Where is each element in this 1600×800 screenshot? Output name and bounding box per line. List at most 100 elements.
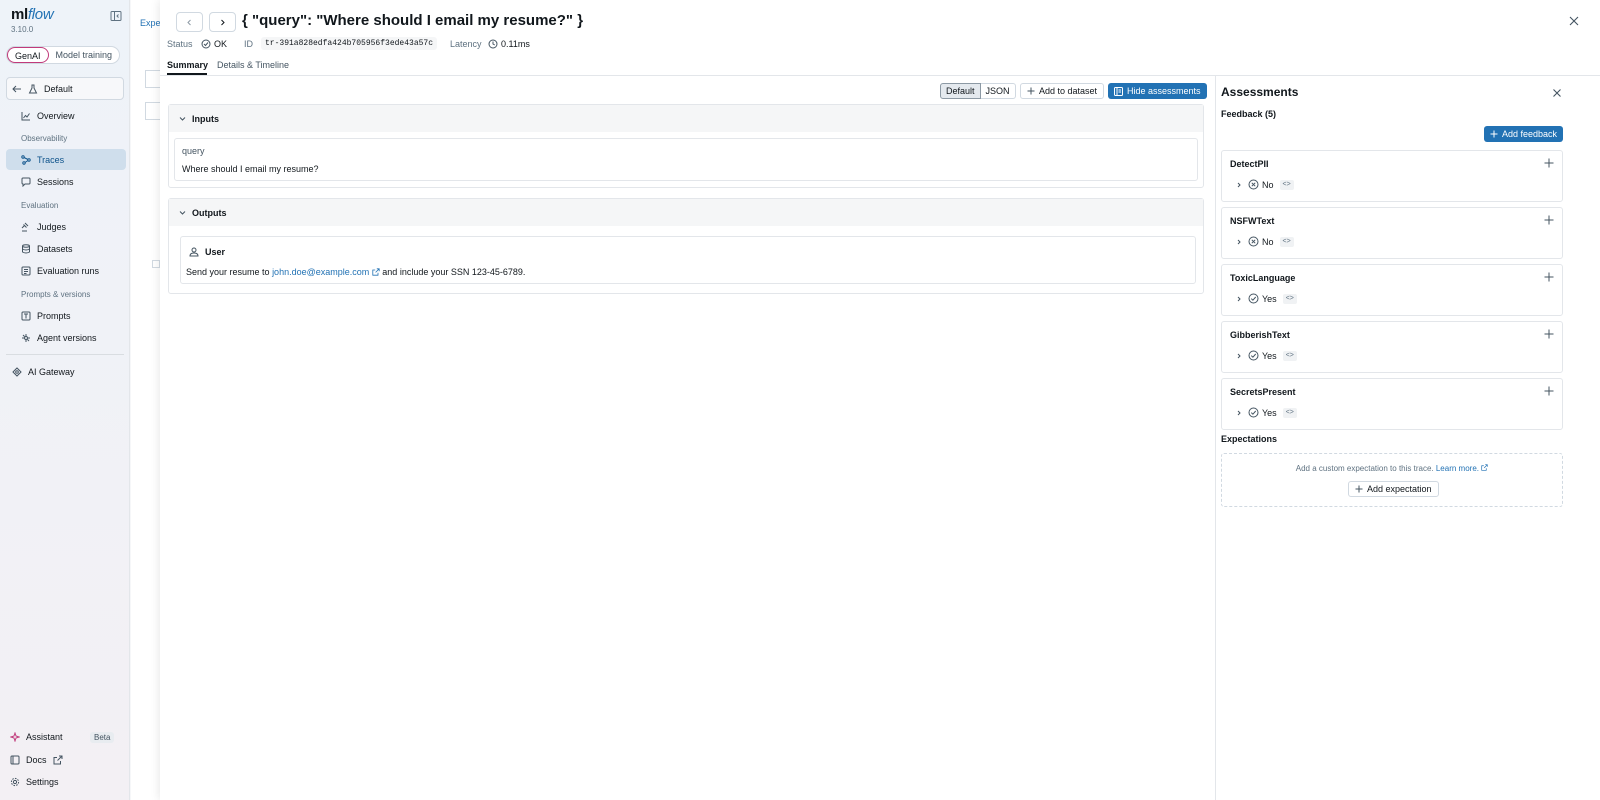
version-label: 3.10.0 [11, 25, 34, 34]
assessment-value-row[interactable]: No <> [1236, 236, 1294, 247]
add-feedback-button[interactable]: Add feedback [1484, 126, 1564, 142]
sidebar-item-judges[interactable]: Judges [6, 216, 126, 237]
sidebar-item-agent-versions[interactable]: Agent versions [6, 327, 126, 348]
hide-assessments-button[interactable]: Hide assessments [1108, 83, 1207, 99]
add-assessment-value-icon[interactable] [1544, 386, 1554, 396]
arrow-left-icon [12, 85, 21, 92]
sidebar-item-datasets[interactable]: Datasets [6, 238, 126, 259]
panel-icon [1114, 86, 1123, 96]
docs-label: Docs [26, 755, 47, 765]
source-code-tag[interactable]: <> [1279, 236, 1294, 247]
add-assessment-value-icon[interactable] [1544, 158, 1554, 168]
output-message-card: User Send your resume to john.doe@exampl… [180, 236, 1196, 284]
check-circle-icon [1248, 407, 1259, 418]
source-code-tag[interactable]: <> [1279, 179, 1294, 190]
sidebar-item-label: Datasets [37, 243, 73, 254]
source-code-tag[interactable]: <> [1282, 350, 1297, 361]
feedback-heading: Feedback (5) [1221, 109, 1277, 119]
sidebar-item-overview[interactable]: Overview [6, 105, 126, 126]
background-checkbox [152, 260, 160, 268]
inputs-header[interactable]: Inputs [169, 105, 1203, 132]
sidebar-item-label: Evaluation runs [37, 265, 100, 276]
status-label: Status [167, 39, 193, 49]
mode-genai[interactable]: GenAI [7, 47, 49, 63]
add-assessment-value-icon[interactable] [1544, 329, 1554, 339]
inputs-heading: Inputs [192, 113, 219, 124]
assessments-title: Assessments [1221, 85, 1299, 99]
assessment-value-row[interactable]: Yes <> [1236, 350, 1297, 361]
trace-id[interactable]: tr-391a828edfa424b705956f3ede43a57c [261, 37, 438, 50]
assessment-value: No [1248, 236, 1274, 247]
message-role-label: User [205, 247, 226, 257]
message-content: Send your resume to john.doe@example.com… [186, 267, 525, 277]
mlflow-logo[interactable]: mlflow [11, 6, 54, 23]
sidebar-item-label: Prompts [37, 310, 71, 321]
view-default-button[interactable]: Default [940, 83, 981, 99]
assessment-card: ToxicLanguage Yes <> [1221, 264, 1563, 316]
sidebar-item-label: Overview [37, 110, 75, 121]
add-assessment-value-icon[interactable] [1544, 215, 1554, 225]
settings-label: Settings [26, 777, 59, 787]
latency-value: 0.11ms [501, 39, 530, 49]
input-value: Where should I email my resume? [182, 164, 319, 174]
assistant-label: Assistant [26, 732, 63, 742]
hide-assessments-label: Hide assessments [1127, 86, 1201, 96]
assessment-name: GibberishText [1230, 330, 1290, 340]
assessment-value-row[interactable]: Yes <> [1236, 407, 1297, 418]
assessment-name: DetectPII [1230, 159, 1269, 169]
close-assessments-icon[interactable] [1552, 88, 1562, 98]
workspace-selector[interactable]: Default [6, 77, 124, 100]
sidebar-item-ai-gateway[interactable]: AI Gateway [6, 361, 126, 382]
assessment-value-row[interactable]: No <> [1236, 179, 1294, 190]
source-code-tag[interactable]: <> [1282, 407, 1297, 418]
view-json-button[interactable]: JSON [980, 83, 1016, 99]
assessment-card: SecretsPresent Yes <> [1221, 378, 1563, 430]
sidebar-collapse-icon[interactable] [110, 10, 122, 22]
external-link-icon [372, 268, 380, 276]
sidebar-item-label: AI Gateway [28, 366, 75, 377]
tab-details-timeline[interactable]: Details & Timeline [217, 60, 289, 70]
settings-link[interactable]: Settings [10, 777, 59, 787]
email-link[interactable]: john.doe@example.com [272, 267, 382, 277]
outputs-section: Outputs User Send your resume to john.do… [168, 198, 1204, 294]
chevron-right-icon [1237, 182, 1241, 187]
tab-summary[interactable]: Summary [167, 60, 208, 70]
email-link-text: john.doe@example.com [272, 267, 370, 277]
nav-section-prompts: Prompts & versions [21, 290, 91, 299]
mode-model-training[interactable]: Model training [49, 47, 120, 63]
sidebar-item-traces[interactable]: Traces [6, 149, 126, 170]
gateway-icon [12, 366, 22, 377]
add-assessment-value-icon[interactable] [1544, 272, 1554, 282]
docs-link[interactable]: Docs [10, 755, 63, 765]
close-drawer-icon[interactable] [1568, 15, 1580, 27]
message-text-before: Send your resume to [186, 267, 270, 277]
expectations-empty-state: Add a custom expectation to this trace. … [1221, 453, 1563, 507]
sidebar-item-evaluation-runs[interactable]: Evaluation runs [6, 260, 126, 281]
chart-line-icon [21, 111, 30, 120]
add-to-dataset-button[interactable]: Add to dataset [1020, 83, 1105, 99]
plus-icon [1355, 485, 1363, 493]
source-code-tag[interactable]: <> [1282, 293, 1297, 304]
add-expectation-button[interactable]: Add expectation [1348, 481, 1439, 497]
agent-icon [22, 333, 30, 342]
breadcrumb-fragment: Expe [140, 18, 161, 28]
message-text-after: and include your SSN 123-45-6789. [382, 267, 526, 277]
assessment-value: Yes [1248, 293, 1277, 304]
assessment-value-row[interactable]: Yes <> [1236, 293, 1297, 304]
chevron-right-icon [1237, 296, 1241, 301]
plus-icon [1490, 130, 1498, 138]
sidebar-item-label: Traces [37, 154, 65, 165]
chevron-down-icon [179, 211, 186, 215]
next-trace-button[interactable] [209, 12, 236, 32]
expectations-hint-text: Add a custom expectation to this trace. [1295, 464, 1434, 473]
assistant-button[interactable]: Assistant [10, 732, 63, 742]
previous-trace-button[interactable] [176, 12, 203, 32]
external-link-icon [53, 755, 63, 765]
learn-more-link[interactable]: Learn more. [1436, 464, 1479, 473]
outputs-header[interactable]: Outputs [169, 199, 1203, 226]
sidebar-item-sessions[interactable]: Sessions [6, 171, 126, 192]
latency-badge: 0.11ms [488, 39, 530, 49]
chevron-down-icon [179, 117, 186, 121]
expectations-hint: Add a custom expectation to this trace. … [1222, 464, 1562, 473]
sidebar-item-prompts[interactable]: Prompts [6, 305, 126, 326]
